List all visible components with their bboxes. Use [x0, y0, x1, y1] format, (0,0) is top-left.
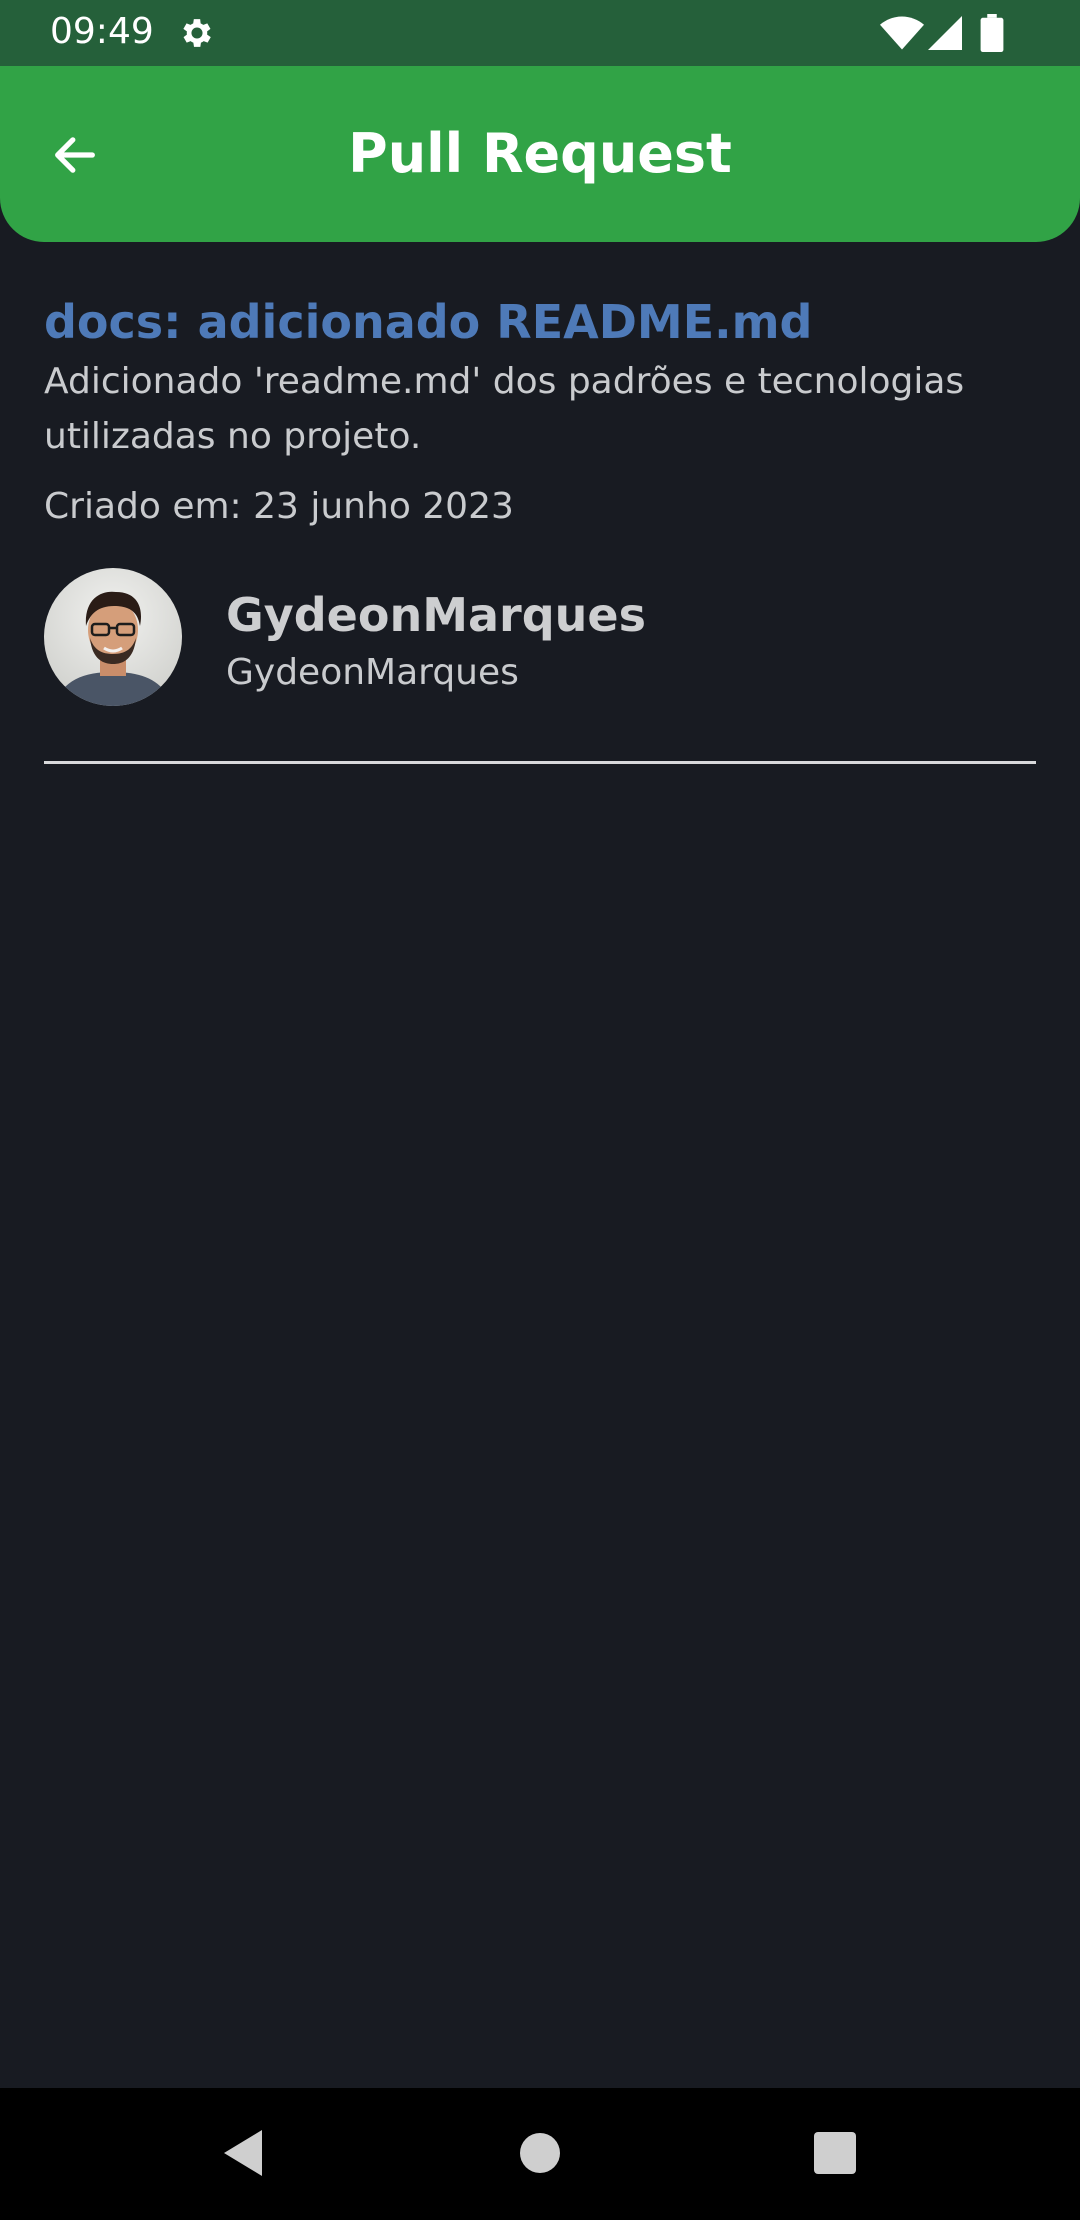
pull-request-title[interactable]: docs: adicionado README.md: [44, 292, 1036, 352]
app-bar: Pull Request: [0, 66, 1080, 242]
nav-home-icon[interactable]: [505, 2118, 575, 2188]
avatar: [44, 568, 182, 706]
pull-request-body: Adicionado 'readme.md' dos padrões e tec…: [44, 361, 965, 457]
pull-request-details: docs: adicionado README.md Adicionado 'r…: [44, 292, 1036, 708]
author-row[interactable]: GydeonMarques GydeonMarques: [44, 568, 1036, 708]
cell-signal-icon: [928, 16, 962, 50]
author-login: GydeonMarques: [226, 652, 519, 693]
pull-request-created-date: Criado em: 23 junho 2023: [44, 486, 514, 527]
settings-gear-icon: [183, 19, 211, 47]
battery-icon: [980, 14, 1004, 52]
wifi-icon: [880, 16, 924, 50]
page-title: Pull Request: [348, 122, 732, 185]
status-time: 09:49: [50, 11, 154, 52]
nav-back-icon[interactable]: [210, 2118, 280, 2188]
divider: [44, 761, 1036, 764]
author-name: GydeonMarques: [226, 588, 646, 642]
system-navigation-bar: [0, 2088, 1080, 2220]
nav-recents-icon[interactable]: [800, 2118, 870, 2188]
status-bar: 09:49: [0, 0, 1080, 66]
